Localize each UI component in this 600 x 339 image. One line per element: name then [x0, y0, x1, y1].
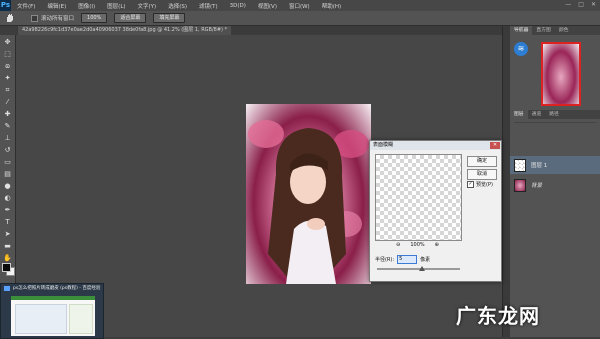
menu-view[interactable]: 视图(V) [252, 2, 283, 10]
zoom-100-button[interactable]: 100% [81, 13, 108, 23]
menu-image[interactable]: 图像(I) [72, 2, 101, 10]
menu-3d[interactable]: 3D(D) [224, 3, 252, 9]
type-tool-icon[interactable]: T [3, 218, 12, 227]
crop-tool-icon[interactable]: ⌗ [3, 86, 12, 95]
radius-input[interactable]: 5 [397, 255, 418, 264]
lasso-tool-icon[interactable]: ɷ [3, 62, 12, 71]
watermark-text: 广东龙网 [456, 304, 540, 328]
pen-tool-icon[interactable]: ✒ [3, 206, 12, 215]
history-brush-icon[interactable]: ↺ [3, 146, 12, 155]
minimize-icon[interactable]: — [565, 1, 571, 8]
zoom-out-icon[interactable]: ⊖ [396, 242, 400, 248]
layer-thumbnail [514, 158, 526, 172]
ok-button[interactable]: 确定 [467, 156, 497, 167]
dodge-tool-icon[interactable]: ◐ [3, 194, 12, 203]
options-bar: 滚动所有窗口 100% 适合屏幕 填充屏幕 [0, 11, 600, 26]
layers-controls [514, 122, 596, 153]
layer-name[interactable]: 图层 1 [531, 161, 547, 169]
tab-histogram[interactable]: 直方图 [532, 26, 554, 35]
tab-channels[interactable]: 通道 [528, 110, 546, 119]
close-icon[interactable]: ✕ [591, 1, 596, 8]
document-tab-bar: 42a98226c9fc1d37e0ae2d0a40906037 38de0fa… [16, 26, 502, 35]
magic-wand-icon[interactable]: ✦ [3, 74, 12, 83]
layer-row[interactable]: 背景 [510, 176, 600, 194]
zoom-level: 100% [410, 242, 425, 248]
fit-screen-button[interactable]: 适合屏幕 [114, 13, 147, 23]
preview-check-icon[interactable]: ✓ [467, 181, 474, 188]
dialog-title: 表面模糊 [373, 142, 394, 148]
popup-title: ps怎么把照片转成磨皮 (ps教程) - 百度经验 [1, 284, 103, 293]
path-select-icon[interactable]: ➤ [3, 230, 12, 239]
dialog-title-bar[interactable]: 表面模糊 ✕ [370, 141, 501, 150]
dialog-close-icon[interactable]: ✕ [490, 142, 500, 149]
navigator-panel-tabs: 导航器 直方图 颜色 [510, 26, 600, 35]
tab-paths[interactable]: 路径 [545, 110, 563, 119]
preview-zoom-controls: ⊖ 100% ⊕ [375, 242, 460, 248]
menu-edit[interactable]: 编辑(E) [41, 2, 72, 10]
fill-screen-button[interactable]: 填充屏幕 [153, 13, 186, 23]
scroll-all-windows-checkbox[interactable]: 滚动所有窗口 [31, 14, 74, 22]
radius-row: 半径(R): 5 像素 [375, 255, 430, 264]
cancel-button[interactable]: 取消 [467, 169, 497, 180]
blur-tool-icon[interactable]: ● [3, 182, 12, 191]
tab-color[interactable]: 颜色 [555, 26, 573, 35]
tools-panel: ✥ ⬚ ɷ ✦ ⌗ ⁄ ✚ ✎ ⊥ ↺ ▭ ▤ ● ◐ ✒ T ➤ ▬ ✋ ⌕ [0, 35, 16, 283]
navigator-thumbnail[interactable] [541, 42, 581, 106]
popup-screenshot [11, 296, 95, 336]
portrait-image [248, 120, 369, 284]
layer-thumbnail [514, 178, 526, 192]
eraser-icon[interactable]: ▭ [3, 158, 12, 167]
maximize-icon[interactable]: □ [578, 1, 584, 8]
window-controls: — □ ✕ [565, 1, 596, 8]
preview-checkbox[interactable]: ✓ 预览(P) [467, 181, 493, 188]
browser-icon [4, 286, 10, 291]
radius-unit: 像素 [420, 257, 431, 263]
marquee-tool-icon[interactable]: ⬚ [3, 50, 12, 59]
popup-title-text: ps怎么把照片转成磨皮 (ps教程) - 百度经验 [13, 286, 101, 291]
checkbox-box[interactable] [31, 14, 38, 22]
layer-name[interactable]: 背景 [531, 181, 542, 189]
photoshop-logo: Ps [0, 0, 11, 11]
menu-select[interactable]: 选择(S) [162, 2, 193, 10]
tab-navigator[interactable]: 导航器 [510, 26, 533, 35]
menu-filter[interactable]: 滤镜(T) [193, 2, 224, 10]
gradient-tool-icon[interactable]: ▤ [3, 170, 12, 179]
eyedropper-icon[interactable]: ⁄ [3, 98, 12, 107]
menu-type[interactable]: 文字(Y) [132, 2, 163, 10]
page-content-block [15, 304, 67, 334]
filter-preview[interactable] [375, 154, 462, 241]
page-sidebar-block [69, 304, 93, 334]
wifi-cloud-icon[interactable]: ≋ [514, 42, 528, 56]
brush-tool-icon[interactable]: ✎ [3, 122, 12, 131]
hand-icon[interactable] [3, 12, 17, 24]
menu-bar: Ps 文件(F) 编辑(E) 图像(I) 图层(L) 文字(Y) 选择(S) 滤… [0, 0, 600, 11]
scroll-all-windows-label: 滚动所有窗口 [41, 16, 75, 22]
page-header-strip [11, 296, 95, 300]
taskbar-preview-popup[interactable]: ps怎么把照片转成磨皮 (ps教程) - 百度经验 [0, 283, 104, 339]
surface-blur-dialog: 表面模糊 ✕ 确定 取消 ✓ 预览(P) ⊖ 100% ⊕ 半径(R): 5 像… [369, 140, 502, 282]
layers-panel-tabs: 图层 通道 路径 [510, 110, 600, 119]
stamp-tool-icon[interactable]: ⊥ [3, 134, 12, 143]
healing-brush-icon[interactable]: ✚ [3, 110, 12, 119]
menu-file[interactable]: 文件(F) [11, 2, 41, 10]
menu-help[interactable]: 帮助(H) [316, 2, 347, 10]
radius-label: 半径(R): [375, 257, 395, 263]
right-panels: 导航器 直方图 颜色 ≋ 图层 通道 路径 图层 1 背景 [510, 26, 600, 337]
menu-layer[interactable]: 图层(L) [101, 2, 131, 10]
hand-tool-icon[interactable]: ✋ [3, 254, 12, 263]
document-photo [246, 104, 371, 284]
radius-slider-handle[interactable] [419, 266, 425, 271]
shape-tool-icon[interactable]: ▬ [3, 242, 12, 251]
preview-label: 预览(P) [476, 182, 493, 188]
move-tool-icon[interactable]: ✥ [3, 38, 12, 47]
document-tab[interactable]: 42a98226c9fc1d37e0ae2d0a40906037 38de0fa… [18, 26, 232, 35]
tab-layers[interactable]: 图层 [510, 110, 528, 119]
radius-slider[interactable] [377, 266, 460, 271]
layer-row-selected[interactable]: 图层 1 [510, 156, 600, 174]
menu-window[interactable]: 窗口(W) [283, 2, 316, 10]
zoom-in-icon[interactable]: ⊕ [435, 242, 439, 248]
foreground-color-swatch[interactable] [2, 263, 11, 272]
